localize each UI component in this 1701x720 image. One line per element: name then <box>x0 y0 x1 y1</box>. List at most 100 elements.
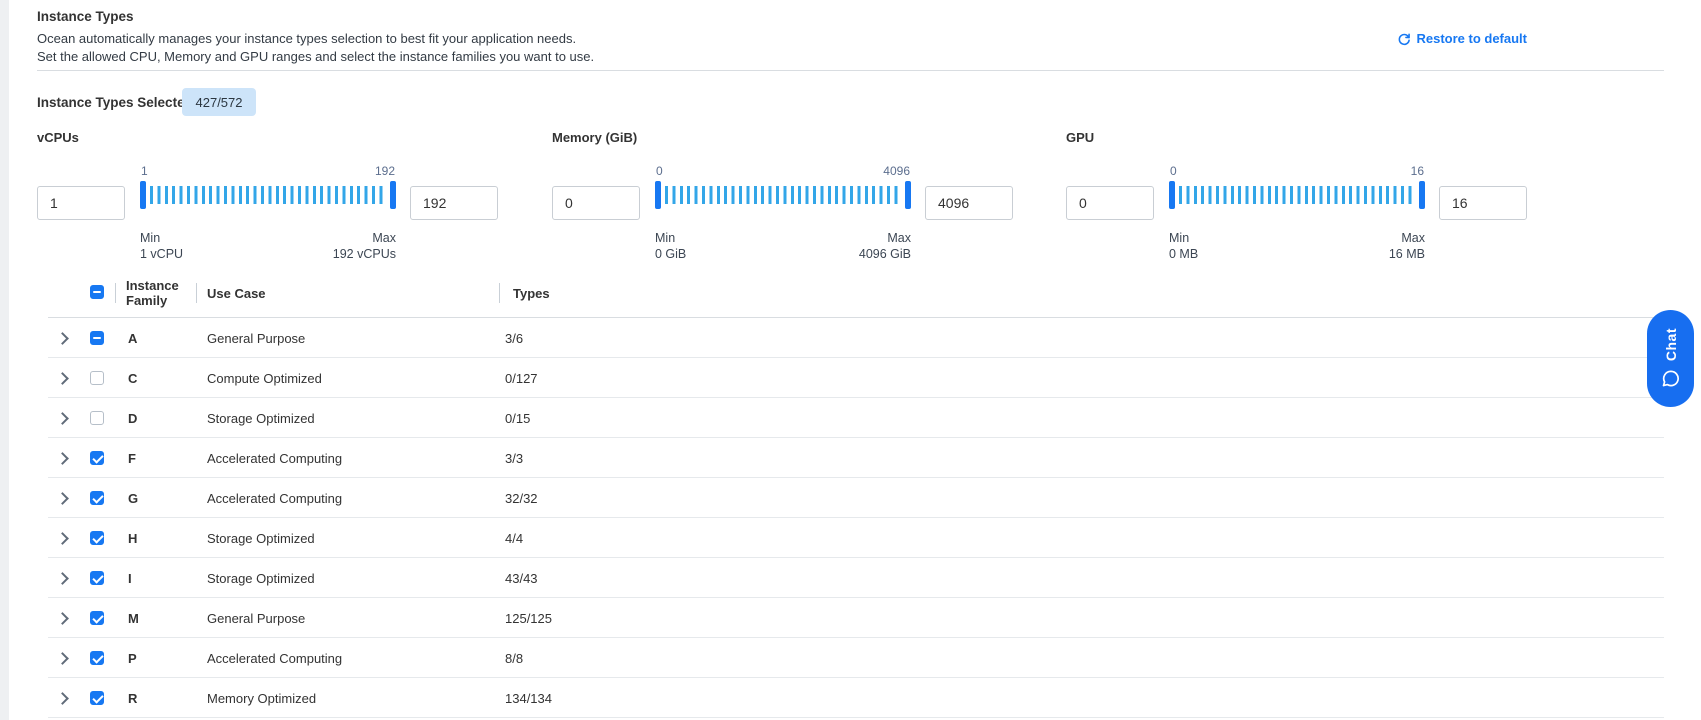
types-cell: 3/6 <box>505 331 523 346</box>
row-checkbox[interactable] <box>90 651 104 665</box>
gpu-slider-ticks <box>1179 186 1415 204</box>
gpu-slider-min-handle[interactable] <box>1169 181 1175 209</box>
instance-family-cell: P <box>128 651 137 666</box>
column-header-use-case: Use Case <box>207 286 266 301</box>
row-checkbox[interactable] <box>90 451 104 465</box>
memory-label: Memory (GiB) <box>552 130 637 145</box>
row-checkbox[interactable] <box>90 371 104 385</box>
table-body: A General Purpose 3/6 C Compute Optimize… <box>0 318 1701 718</box>
expand-row-chevron-icon[interactable] <box>56 332 69 345</box>
gpu-slider-track[interactable] <box>1169 181 1425 209</box>
row-checkbox[interactable] <box>90 331 104 345</box>
instance-family-cell: F <box>128 451 136 466</box>
expand-row-chevron-icon[interactable] <box>56 612 69 625</box>
gpu-min-input[interactable] <box>1066 186 1154 220</box>
gpu-scale-max: 16 <box>1411 164 1424 178</box>
use-case-cell: Storage Optimized <box>207 411 315 426</box>
vcpus-slider-track[interactable] <box>140 181 396 209</box>
gpu-max-input[interactable] <box>1439 186 1527 220</box>
instance-family-cell: H <box>128 531 137 546</box>
gpu-min-caption: Min <box>1169 231 1189 245</box>
gpu-scale-min: 0 <box>1170 164 1177 178</box>
table-row: R Memory Optimized 134/134 <box>0 678 1701 718</box>
gpu-label: GPU <box>1066 130 1094 145</box>
memory-slider-track[interactable] <box>655 181 911 209</box>
use-case-cell: General Purpose <box>207 331 305 346</box>
chat-label: Chat <box>1663 328 1679 361</box>
types-cell: 8/8 <box>505 651 523 666</box>
table-row: I Storage Optimized 43/43 <box>0 558 1701 598</box>
memory-scale-max: 4096 <box>883 164 910 178</box>
table-row: G Accelerated Computing 32/32 <box>0 478 1701 518</box>
row-checkbox[interactable] <box>90 571 104 585</box>
use-case-cell: Storage Optimized <box>207 571 315 586</box>
expand-row-chevron-icon[interactable] <box>56 412 69 425</box>
expand-row-chevron-icon[interactable] <box>56 532 69 545</box>
instance-family-cell: G <box>128 491 138 506</box>
gpu-section: GPU 0 16 Min Max 0 MB 16 MB <box>1066 130 1528 266</box>
vcpus-slider-max-handle[interactable] <box>390 181 396 209</box>
memory-slider-ticks <box>665 186 901 204</box>
use-case-cell: Accelerated Computing <box>207 491 342 506</box>
table-row: F Accelerated Computing 3/3 <box>0 438 1701 478</box>
types-cell: 4/4 <box>505 531 523 546</box>
instance-types-selected-label: Instance Types Selected: <box>37 95 197 110</box>
vcpus-section: vCPUs 1 192 Min Max 1 vCPU 192 vCPUs <box>37 130 499 266</box>
memory-max-input[interactable] <box>925 186 1013 220</box>
vcpus-slider-ticks <box>150 186 386 204</box>
gpu-slider-max-handle[interactable] <box>1419 181 1425 209</box>
use-case-cell: Storage Optimized <box>207 531 315 546</box>
memory-slider-min-handle[interactable] <box>655 181 661 209</box>
gpu-max-caption: Max <box>1401 231 1425 245</box>
column-divider <box>196 283 197 303</box>
use-case-cell: General Purpose <box>207 611 305 626</box>
types-cell: 43/43 <box>505 571 538 586</box>
column-header-instance-family: Instance Family <box>126 278 190 308</box>
memory-max-caption: Max <box>887 231 911 245</box>
use-case-cell: Memory Optimized <box>207 691 316 706</box>
header-divider <box>37 70 1664 71</box>
types-cell: 32/32 <box>505 491 538 506</box>
vcpus-max-input[interactable] <box>410 186 498 220</box>
expand-row-chevron-icon[interactable] <box>56 692 69 705</box>
expand-row-chevron-icon[interactable] <box>56 492 69 505</box>
restore-to-default-button[interactable]: Restore to default <box>1397 31 1527 46</box>
table-row: C Compute Optimized 0/127 <box>0 358 1701 398</box>
row-checkbox[interactable] <box>90 691 104 705</box>
page-title: Instance Types <box>37 9 134 24</box>
description-line-1: Ocean automatically manages your instanc… <box>37 31 576 46</box>
memory-slider-max-handle[interactable] <box>905 181 911 209</box>
instance-family-cell: C <box>128 371 137 386</box>
column-header-types: Types <box>513 286 550 301</box>
column-divider <box>499 283 500 303</box>
gpu-slider: 0 16 Min Max 0 MB 16 MB <box>1169 130 1425 266</box>
row-checkbox[interactable] <box>90 611 104 625</box>
use-case-cell: Compute Optimized <box>207 371 322 386</box>
row-checkbox[interactable] <box>90 531 104 545</box>
instance-family-cell: D <box>128 411 137 426</box>
types-cell: 0/15 <box>505 411 530 426</box>
table-row: A General Purpose 3/6 <box>0 318 1701 358</box>
expand-row-chevron-icon[interactable] <box>56 452 69 465</box>
table-row: P Accelerated Computing 8/8 <box>0 638 1701 678</box>
types-cell: 0/127 <box>505 371 538 386</box>
vcpus-slider-min-handle[interactable] <box>140 181 146 209</box>
table-row: H Storage Optimized 4/4 <box>0 518 1701 558</box>
description-line-2: Set the allowed CPU, Memory and GPU rang… <box>37 49 594 64</box>
restore-icon <box>1397 32 1411 46</box>
instance-family-cell: M <box>128 611 139 626</box>
table-header-checkbox[interactable] <box>90 285 104 299</box>
row-checkbox[interactable] <box>90 411 104 425</box>
memory-min-input[interactable] <box>552 186 640 220</box>
expand-row-chevron-icon[interactable] <box>56 572 69 585</box>
use-case-cell: Accelerated Computing <box>207 451 342 466</box>
vcpus-min-input[interactable] <box>37 186 125 220</box>
expand-row-chevron-icon[interactable] <box>56 372 69 385</box>
instance-family-table-header: Instance Family Use Case Types <box>0 256 1701 318</box>
memory-slider: 0 4096 Min Max 0 GiB 4096 GiB <box>655 130 911 266</box>
instance-types-panel: Instance Types Ocean automatically manag… <box>0 0 1701 720</box>
chat-button[interactable]: Chat <box>1647 310 1694 407</box>
row-checkbox[interactable] <box>90 491 104 505</box>
vcpus-label: vCPUs <box>37 130 79 145</box>
expand-row-chevron-icon[interactable] <box>56 652 69 665</box>
